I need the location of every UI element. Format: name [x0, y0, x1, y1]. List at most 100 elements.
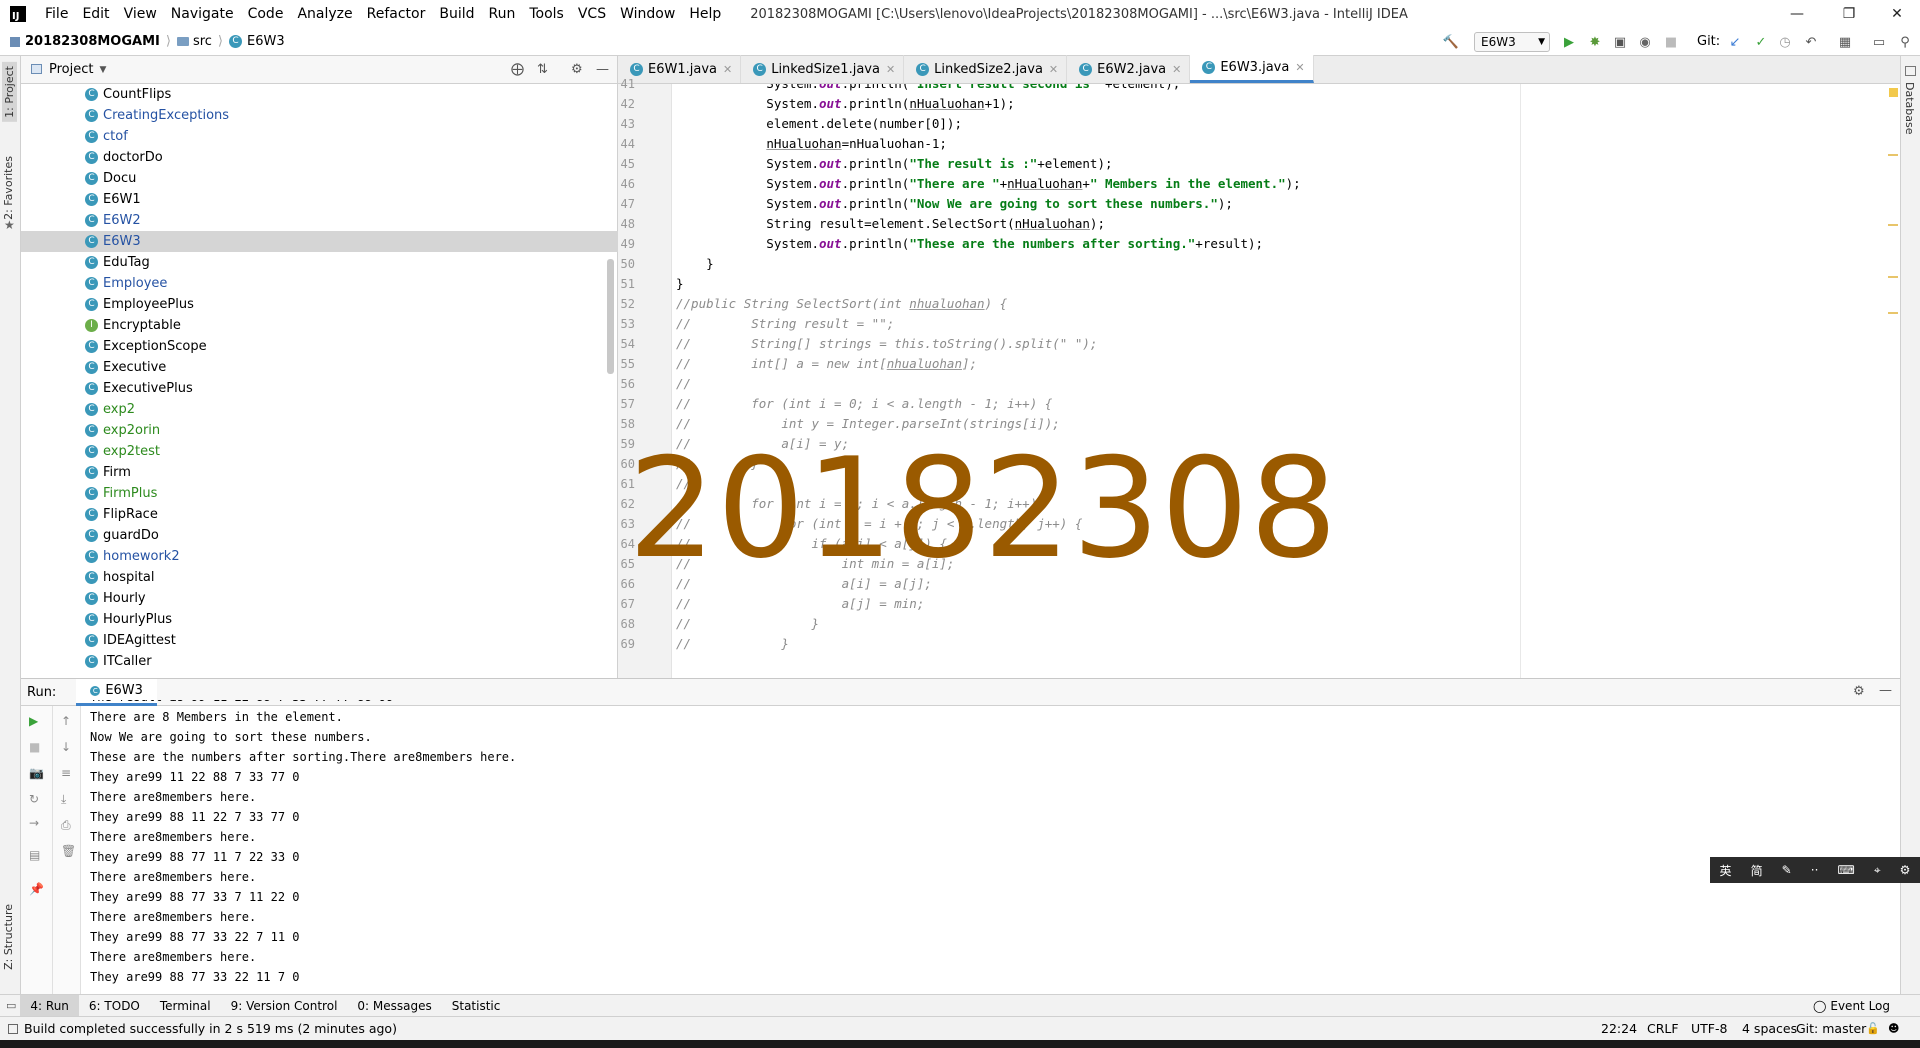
tool-tab[interactable]: Statistic — [442, 995, 511, 1017]
caret-position[interactable]: 22:24 — [1601, 1021, 1637, 1036]
gear-icon[interactable]: ⚙ — [1853, 684, 1865, 699]
run-configuration-select[interactable]: E6W3 ▼ — [1474, 32, 1550, 52]
editor-tab[interactable]: C LinkedSize1.java ✕ — [741, 55, 905, 83]
git-commit-icon[interactable]: ✓ — [1752, 34, 1770, 50]
tree-item[interactable]: C IDEAgittest — [21, 630, 618, 651]
tree-item[interactable]: C ExceptionScope — [21, 336, 618, 357]
menu-window[interactable]: Window — [613, 0, 682, 28]
warning-marker[interactable] — [1888, 154, 1898, 156]
code-line[interactable]: } — [676, 254, 714, 274]
ime-button[interactable]: ✎ — [1782, 863, 1792, 877]
menu-code[interactable]: Code — [241, 0, 291, 28]
menu-tools[interactable]: Tools — [522, 0, 571, 28]
tab-favorites[interactable]: 2: Favorites — [2, 156, 15, 220]
code-line[interactable]: // } — [676, 634, 789, 654]
run-icon[interactable]: ▶ — [1560, 34, 1578, 50]
menu-help[interactable]: Help — [682, 0, 728, 28]
tree-item[interactable]: C E6W3 — [21, 231, 618, 252]
code-line[interactable]: //public String SelectSort(int nhualuoha… — [676, 294, 1007, 314]
code-line[interactable]: nHualuohan=nHualuohan-1; — [676, 134, 947, 154]
tab-database[interactable]: Database — [1903, 82, 1916, 135]
tree-item[interactable]: C Firm — [21, 462, 618, 483]
menu-refactor[interactable]: Refactor — [360, 0, 433, 28]
code-line[interactable]: System.out.println("These are the number… — [676, 234, 1263, 254]
gear-icon[interactable]: ⚙ — [571, 62, 583, 77]
coverage-icon[interactable]: ▣ — [1611, 34, 1629, 50]
tree-item[interactable]: C Executive — [21, 357, 618, 378]
menu-edit[interactable]: Edit — [75, 0, 116, 28]
tool-tab[interactable]: 9: Version Control — [221, 995, 348, 1017]
tree-item[interactable]: C HourlyPlus — [21, 609, 618, 630]
code-line[interactable]: System.out.println("There are "+nHualuoh… — [676, 174, 1300, 194]
stop-icon[interactable]: ■ — [1662, 34, 1680, 50]
tool-tab[interactable]: 0: Messages — [347, 995, 441, 1017]
close-tab-icon[interactable]: ✕ — [1049, 63, 1058, 76]
ime-button[interactable]: ⌨ — [1837, 863, 1854, 877]
code-line[interactable]: // String result = ""; — [676, 314, 894, 334]
lock-icon[interactable]: 🔓 — [1866, 1022, 1880, 1035]
search-icon[interactable]: ⚲ — [1896, 34, 1914, 50]
exit-icon[interactable]: → — [29, 816, 39, 830]
tree-item[interactable]: C Docu — [21, 168, 618, 189]
code-line[interactable]: // int[] a = new int[nhualuohan]; — [676, 354, 977, 374]
menu-view[interactable]: View — [117, 0, 164, 28]
tree-item[interactable]: C ITCaller — [21, 651, 618, 672]
debug-icon[interactable]: ✸ — [1586, 34, 1604, 50]
breadcrumb-project[interactable]: 20182308MOGAMI — [25, 34, 160, 49]
collapse-icon[interactable]: ⇅ — [537, 62, 548, 77]
tree-item[interactable]: Cexp2test — [21, 441, 618, 462]
build-hammer-icon[interactable]: 🔨 — [1442, 34, 1460, 50]
breadcrumb-file[interactable]: E6W3 — [247, 34, 285, 49]
rerun-icon[interactable]: ▶ — [29, 714, 38, 728]
project-view-select[interactable]: Project — [49, 62, 93, 77]
menu-vcs[interactable]: VCS — [571, 0, 613, 28]
git-history-icon[interactable]: ◷ — [1776, 34, 1794, 50]
locate-icon[interactable]: ⨁ — [511, 62, 524, 77]
close-tab-icon[interactable]: ✕ — [723, 63, 732, 76]
tree-item[interactable]: C EduTag — [21, 252, 618, 273]
warning-marker[interactable] — [1888, 224, 1898, 226]
ime-button[interactable]: ⚙ — [1900, 863, 1911, 877]
tree-item[interactable]: C Employee — [21, 273, 618, 294]
code-line[interactable]: element.delete(number[0]); — [676, 114, 962, 134]
warning-marker[interactable] — [1888, 312, 1898, 314]
tree-item[interactable]: Cexp2 — [21, 399, 618, 420]
ime-button[interactable]: 简 — [1751, 862, 1763, 879]
menu-analyze[interactable]: Analyze — [290, 0, 359, 28]
code-line[interactable]: // } — [676, 614, 819, 634]
code-line[interactable]: // a[j] = min; — [676, 594, 924, 614]
profile-icon[interactable]: ◉ — [1636, 34, 1654, 50]
code-line[interactable]: System.out.println("Now We are going to … — [676, 194, 1233, 214]
tree-item[interactable]: C E6W1 — [21, 189, 618, 210]
tree-item[interactable]: C CountFlips — [21, 84, 618, 105]
event-log-tab[interactable]: ◯ Event Log — [1813, 999, 1890, 1013]
restore-icon[interactable]: ❐ — [1826, 0, 1872, 28]
git-branch[interactable]: Git: master — [1796, 1021, 1866, 1036]
project-structure-icon[interactable]: ▦ — [1836, 34, 1854, 50]
tree-item[interactable]: C CreatingExceptions — [21, 105, 618, 126]
inspector-icon[interactable]: ☻ — [1888, 1022, 1899, 1035]
console-output[interactable]: The result is 99 11 22 88 7 33 77 77 88 … — [90, 700, 1890, 994]
code-line[interactable]: // for (int i = 0; i < a.length - 1; i++… — [676, 394, 1052, 414]
tree-item[interactable]: CguardDo — [21, 525, 618, 546]
tool-tab[interactable]: Terminal — [150, 995, 221, 1017]
editor-tab[interactable]: C LinkedSize2.java ✕ — [904, 55, 1068, 83]
code-line[interactable]: System.out.println(nHualuohan+1); — [676, 94, 1014, 114]
layout-icon[interactable]: ▤ — [29, 848, 40, 862]
chevron-down-icon[interactable]: ▼ — [99, 65, 106, 75]
tree-item[interactable]: C ExecutivePlus — [21, 378, 618, 399]
tree-item[interactable]: C Hourly — [21, 588, 618, 609]
print-icon[interactable]: ⎙ — [61, 818, 71, 833]
stop-icon[interactable]: ■ — [29, 740, 40, 754]
soft-wrap-icon[interactable]: ≡ — [61, 766, 71, 780]
tab-structure[interactable]: Z: Structure — [2, 904, 15, 970]
scroll-to-end-icon[interactable]: ⤓ — [61, 792, 66, 807]
tab-project[interactable]: 1: Project — [2, 62, 17, 122]
tree-item[interactable]: Cctof — [21, 126, 618, 147]
tool-tab[interactable]: 6: TODO — [79, 995, 150, 1017]
editor-tab[interactable]: C E6W3.java ✕ — [1190, 55, 1314, 83]
menu-build[interactable]: Build — [432, 0, 481, 28]
tree-item[interactable]: CdoctorDo — [21, 147, 618, 168]
code-line[interactable]: } — [676, 274, 684, 294]
menu-file[interactable]: File — [38, 0, 75, 28]
